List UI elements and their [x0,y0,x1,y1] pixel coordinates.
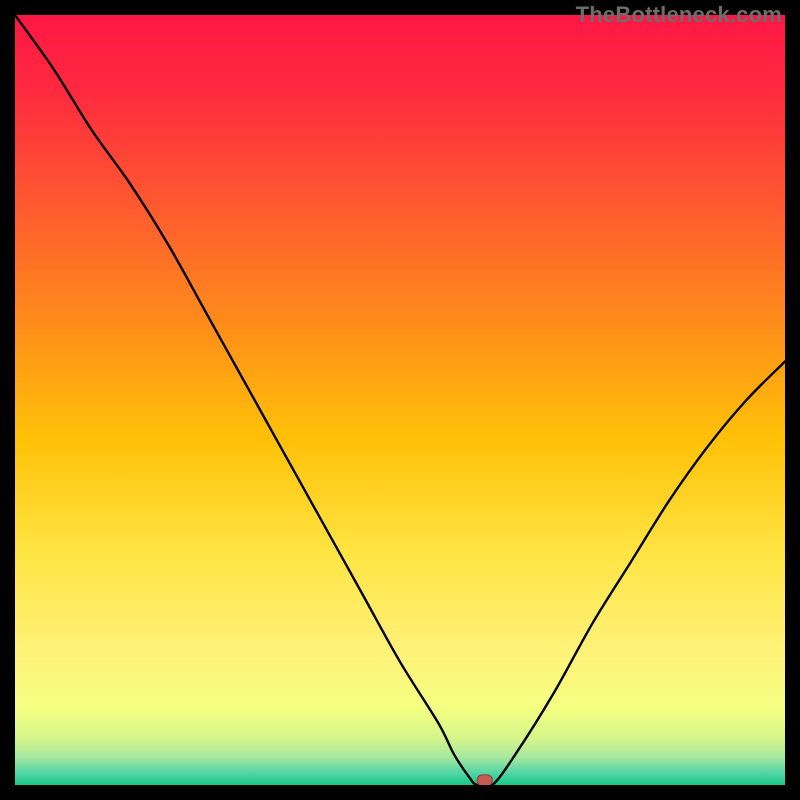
bottleneck-chart [15,15,785,785]
watermark-label: TheBottleneck.com [576,2,782,28]
optimal-point-marker [477,775,492,785]
gradient-fill [15,15,785,785]
